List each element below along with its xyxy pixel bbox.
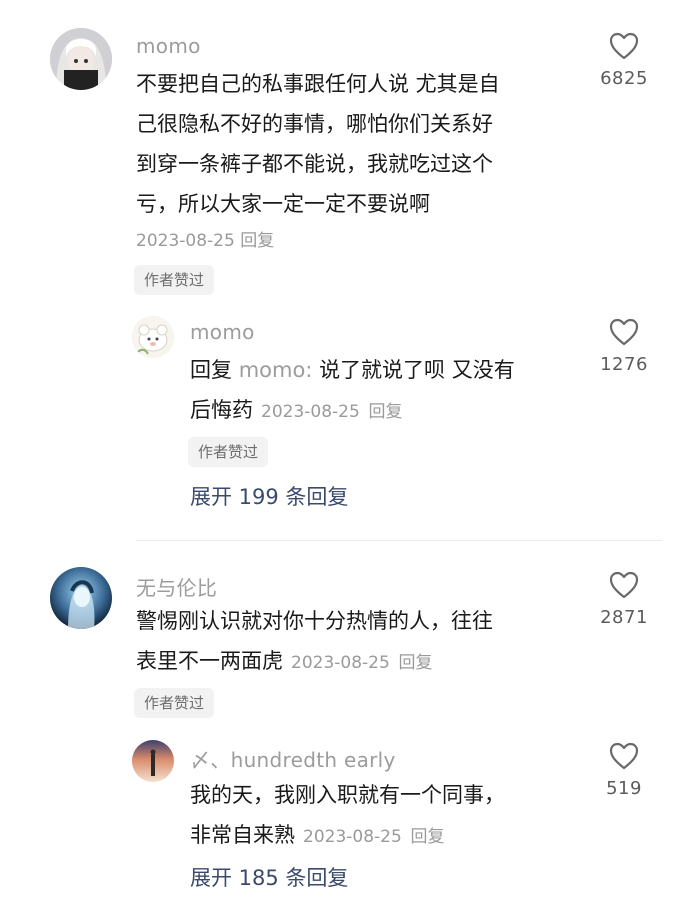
like-button[interactable]: 519 [584, 742, 664, 799]
heart-outline-icon [609, 742, 639, 770]
reply-body: 说了就说了呗 又没有 [319, 358, 515, 382]
comment-text-line: 己很隐私不好的事情，哪怕你们关系好 [136, 112, 493, 136]
like-count: 1276 [600, 354, 648, 375]
comment-text-line: 不要把自己的私事跟任何人说 尤其是自 [136, 72, 500, 96]
like-count: 2871 [600, 607, 648, 628]
reply-prefix: 回复 [190, 358, 232, 382]
like-button[interactable]: 2871 [584, 571, 664, 628]
reply-text: 我的天，我刚入职就有一个同事， 非常自来熟 2023-08-25 回复 [190, 775, 580, 857]
comment-username[interactable]: momo [136, 34, 201, 58]
reply-date: 2023-08-25 [303, 827, 402, 847]
heart-outline-icon [609, 32, 639, 60]
avatar[interactable] [50, 28, 112, 90]
comment-text: 不要把自己的私事跟任何人说 尤其是自 己很隐私不好的事情，哪怕你们关系好 到穿一… [136, 64, 576, 224]
reply-body: 非常自来熟 [190, 823, 295, 847]
reply-text-line: 后悔药 2023-08-25 回复 [190, 390, 580, 432]
reply-button[interactable]: 回复 [368, 402, 402, 422]
author-liked-badge: 作者赞过 [188, 437, 269, 467]
comment-text-line: 表里不一两面虎 2023-08-25 回复 [136, 641, 576, 683]
comment-text-line: 到穿一条裤子都不能说，我就吃过这个 [136, 152, 493, 176]
comment-date: 2023-08-25 [291, 653, 390, 673]
heart-outline-icon [609, 318, 639, 346]
comment-meta: 2023-08-25 回复 [136, 226, 274, 251]
reply-button[interactable]: 回复 [240, 231, 274, 251]
expand-replies-button[interactable]: 展开 185 条回复 [190, 862, 348, 892]
comment-date: 2023-08-25 [136, 231, 235, 251]
comment-text-line: 亏，所以大家一定一定不要说啊 [136, 192, 430, 216]
reply-to-user[interactable]: momo: [239, 358, 313, 382]
reply-text: 回复 momo: 说了就说了呗 又没有 后悔药 2023-08-25 回复 [190, 350, 580, 432]
expand-replies-button[interactable]: 展开 199 条回复 [190, 481, 348, 511]
comment-text-line: 警惕刚认识就对你十分热情的人，往往 [136, 609, 493, 633]
author-liked-badge: 作者赞过 [134, 688, 215, 718]
reply-avatar[interactable] [132, 316, 174, 358]
reply-username[interactable]: 〆、hundredth early [190, 744, 396, 773]
reply-avatar[interactable] [132, 740, 174, 782]
like-count: 519 [606, 778, 642, 799]
comment-item: 无与伦比 警惕刚认识就对你十分热情的人，往往 表里不一两面虎 2023-08-25… [0, 541, 690, 921]
reply-text-line: 我的天，我刚入职就有一个同事， [190, 783, 505, 807]
comment-username[interactable]: 无与伦比 [136, 572, 217, 601]
comment-text: 警惕刚认识就对你十分热情的人，往往 表里不一两面虎 2023-08-25 回复 [136, 601, 576, 683]
reply-text-line: 非常自来熟 2023-08-25 回复 [190, 815, 580, 857]
like-count: 6825 [600, 68, 648, 89]
author-liked-badge: 作者赞过 [134, 265, 215, 295]
comment-body: 表里不一两面虎 [136, 649, 283, 673]
like-button[interactable]: 6825 [584, 32, 664, 89]
reply-button[interactable]: 回复 [410, 827, 444, 847]
like-button[interactable]: 1276 [584, 318, 664, 375]
reply-username[interactable]: momo [190, 320, 255, 344]
reply-text-line: 回复 momo: 说了就说了呗 又没有 [190, 350, 580, 390]
comment-item: momo 不要把自己的私事跟任何人说 尤其是自 己很隐私不好的事情，哪怕你们关系… [0, 0, 690, 540]
heart-outline-icon [609, 571, 639, 599]
reply-body: 后悔药 [190, 398, 253, 422]
reply-date: 2023-08-25 [261, 402, 360, 422]
reply-button[interactable]: 回复 [398, 653, 432, 673]
avatar[interactable] [50, 567, 112, 629]
